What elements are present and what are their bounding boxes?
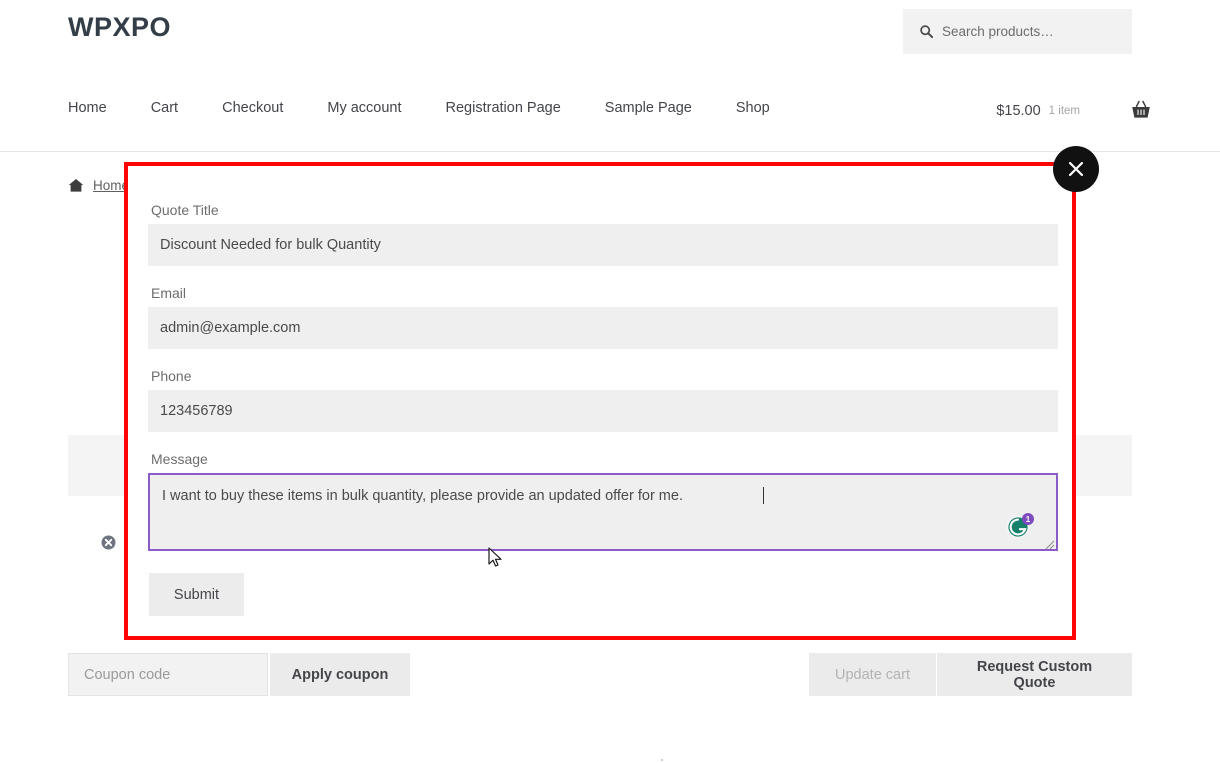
phone-label: Phone — [151, 368, 192, 384]
quote-request-form: Quote Title Email Phone Message 1 — [128, 166, 1072, 636]
site-logo[interactable]: WPXPO — [68, 12, 171, 43]
quote-title-input[interactable] — [148, 224, 1058, 266]
email-label: Email — [151, 285, 187, 301]
home-icon — [68, 178, 84, 193]
nav-item-my-account[interactable]: My account — [327, 100, 401, 116]
email-input[interactable] — [148, 307, 1058, 349]
request-custom-quote-button[interactable]: Request Custom Quote — [937, 653, 1132, 696]
cart-actions-row: Apply coupon Update cart Request Custom … — [68, 653, 1132, 696]
nav-item-checkout[interactable]: Checkout — [222, 100, 283, 116]
cart-item-remove-icon[interactable] — [101, 535, 116, 550]
grammarly-badge-count: 1 — [1026, 515, 1031, 524]
phone-input[interactable] — [148, 390, 1058, 432]
coupon-code-input[interactable] — [68, 653, 268, 696]
search-input[interactable] — [942, 24, 1122, 39]
grammarly-icon[interactable]: 1 — [1005, 511, 1035, 541]
nav-item-cart[interactable]: Cart — [151, 100, 178, 116]
breadcrumb: Home — [68, 178, 129, 193]
update-cart-button: Update cart — [809, 653, 936, 696]
message-textarea[interactable] — [148, 473, 1058, 551]
cart-summary[interactable]: $15.00 1 item — [996, 100, 1152, 122]
search-icon — [920, 25, 933, 38]
close-icon — [1068, 161, 1084, 177]
nav-item-shop[interactable]: Shop — [736, 100, 770, 116]
nav-item-sample-page[interactable]: Sample Page — [605, 100, 692, 116]
apply-coupon-button[interactable]: Apply coupon — [270, 653, 410, 696]
shopping-basket-icon[interactable] — [1130, 99, 1152, 121]
cart-item-count: 1 item — [1048, 105, 1080, 117]
cart-total-amount: $15.00 — [996, 103, 1041, 119]
site-header: WPXPO Home Cart Checkout My account Regi… — [0, 0, 1220, 152]
page-bottom-dot — [661, 759, 663, 761]
modal-close-button[interactable] — [1053, 146, 1099, 192]
nav-item-registration-page[interactable]: Registration Page — [446, 100, 561, 116]
search-box[interactable] — [903, 9, 1132, 54]
quote-title-label: Quote Title — [151, 202, 219, 218]
nav-item-home[interactable]: Home — [68, 100, 107, 116]
submit-button[interactable]: Submit — [149, 573, 244, 616]
message-field-wrapper: 1 — [148, 473, 1058, 551]
text-caret — [763, 487, 764, 504]
main-navigation: Home Cart Checkout My account Registrati… — [68, 100, 770, 116]
quote-request-modal: Quote Title Email Phone Message 1 — [124, 162, 1076, 640]
message-label: Message — [151, 451, 208, 467]
